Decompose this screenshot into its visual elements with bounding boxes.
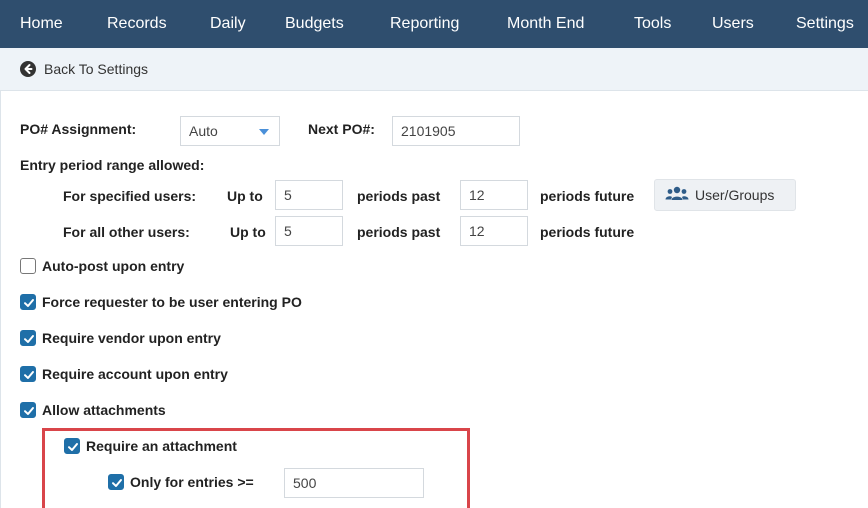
specified-users-label: For specified users: [63, 188, 197, 204]
user-groups-label: User/Groups [695, 187, 775, 203]
allow-attachments-checkbox[interactable] [20, 402, 36, 418]
nav-tools[interactable]: Tools [634, 15, 671, 33]
chevron-down-icon [259, 129, 269, 135]
po-assignment-label: PO# Assignment: [20, 121, 137, 137]
auto-post-checkbox[interactable] [20, 258, 36, 274]
nav-budgets[interactable]: Budgets [285, 15, 344, 33]
other-periods-past-label: periods past [357, 224, 441, 240]
only-for-entries-checkbox[interactable] [108, 474, 124, 490]
specified-periods-past-input[interactable] [275, 180, 343, 210]
require-vendor-label: Require vendor upon entry [42, 330, 221, 346]
force-requester-checkbox[interactable] [20, 294, 36, 310]
back-to-settings-link[interactable]: Back To Settings [20, 61, 148, 77]
allow-attachments-label: Allow attachments [42, 402, 166, 418]
users-icon [665, 186, 689, 205]
force-requester-checkbox-row[interactable]: Force requester to be user entering PO [20, 294, 302, 310]
nav-settings[interactable]: Settings [796, 15, 854, 33]
only-for-entries-label: Only for entries >= [130, 474, 254, 490]
user-groups-button[interactable]: User/Groups [654, 179, 796, 211]
specified-up-to-label: Up to [227, 188, 263, 204]
require-vendor-checkbox[interactable] [20, 330, 36, 346]
nav-users[interactable]: Users [712, 15, 754, 33]
content-left-border [0, 91, 1, 508]
nav-daily[interactable]: Daily [210, 15, 246, 33]
require-attachment-checkbox-row[interactable]: Require an attachment [64, 438, 237, 454]
other-users-label: For all other users: [63, 224, 190, 240]
other-periods-past-input[interactable] [275, 216, 343, 246]
allow-attachments-checkbox-row[interactable]: Allow attachments [20, 402, 166, 418]
require-account-label: Require account upon entry [42, 366, 228, 382]
require-account-checkbox-row[interactable]: Require account upon entry [20, 366, 228, 382]
require-attachment-label: Require an attachment [86, 438, 237, 454]
attachment-threshold-input[interactable] [284, 468, 424, 498]
specified-periods-future-label: periods future [540, 188, 635, 204]
next-po-label: Next PO#: [308, 121, 375, 137]
nav-month-end[interactable]: Month End [507, 15, 584, 33]
require-vendor-checkbox-row[interactable]: Require vendor upon entry [20, 330, 221, 346]
force-requester-label: Force requester to be user entering PO [42, 294, 302, 310]
top-nav-bar: Home Records Daily Budgets Reporting Mon… [0, 0, 868, 48]
po-assignment-select[interactable]: Auto [180, 116, 280, 146]
other-periods-future-input[interactable] [460, 216, 528, 246]
entry-period-heading: Entry period range allowed: [20, 157, 205, 173]
require-attachment-checkbox[interactable] [64, 438, 80, 454]
back-bar: Back To Settings [0, 48, 868, 91]
auto-post-checkbox-row[interactable]: Auto-post upon entry [20, 258, 184, 274]
specified-periods-past-label: periods past [357, 188, 441, 204]
arrow-left-circle-icon [20, 61, 36, 77]
nav-home[interactable]: Home [20, 15, 63, 33]
specified-periods-future-input[interactable] [460, 180, 528, 210]
only-for-entries-checkbox-row[interactable]: Only for entries >= [108, 474, 254, 490]
other-up-to-label: Up to [230, 224, 266, 240]
other-periods-future-label: periods future [540, 224, 635, 240]
next-po-input[interactable] [392, 116, 520, 146]
nav-reporting[interactable]: Reporting [390, 15, 459, 33]
require-account-checkbox[interactable] [20, 366, 36, 382]
back-to-settings-label: Back To Settings [44, 61, 149, 77]
nav-records[interactable]: Records [107, 15, 167, 33]
auto-post-label: Auto-post upon entry [42, 258, 185, 274]
po-assignment-value: Auto [189, 123, 218, 139]
